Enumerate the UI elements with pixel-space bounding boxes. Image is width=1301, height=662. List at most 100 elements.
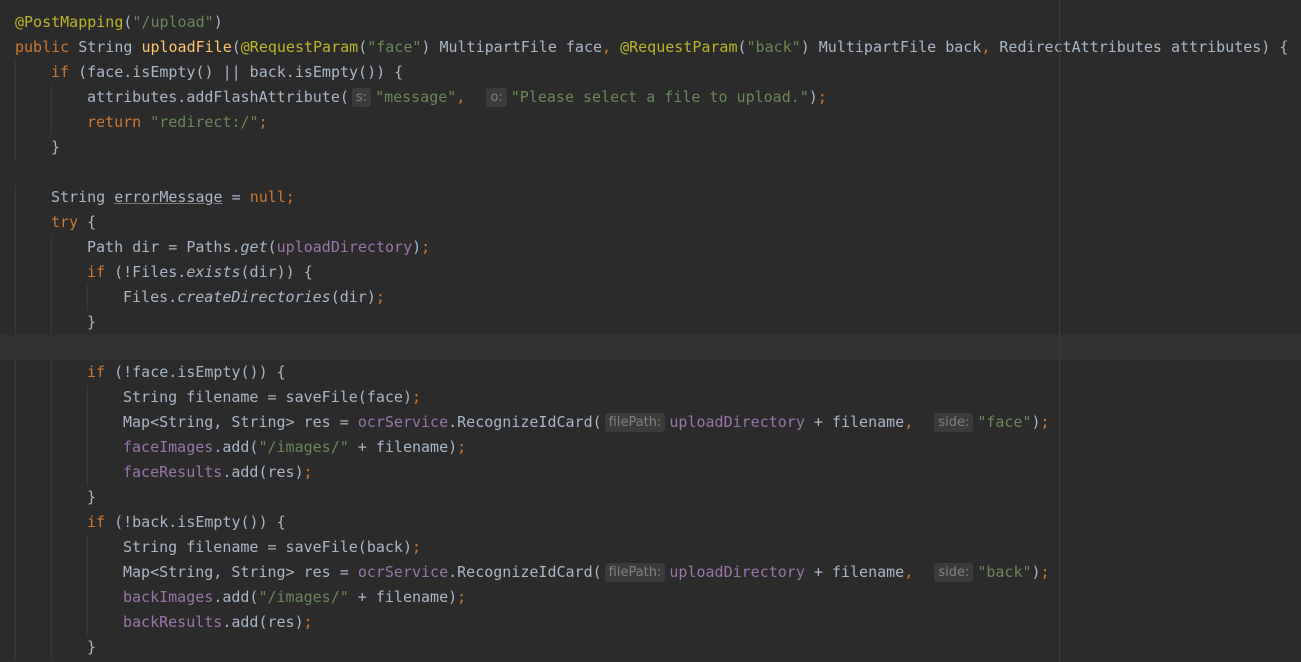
- code-line[interactable]: String filename = saveFile(face);: [0, 385, 1301, 410]
- code-line[interactable]: }: [0, 485, 1301, 510]
- indent-guide: [15, 210, 16, 235]
- indent: [15, 585, 123, 610]
- indent-guide: [51, 460, 52, 485]
- code-editor[interactable]: @PostMapping("/upload") public String upl…: [0, 0, 1301, 662]
- parameter-hint: filePath:: [604, 563, 666, 582]
- indent: [15, 560, 123, 585]
- indent-guide: [87, 385, 88, 410]
- indent-guide: [87, 610, 88, 635]
- code-line[interactable]: Files.createDirectories(dir);: [0, 285, 1301, 310]
- indent-guide: [15, 135, 16, 160]
- static-method-token: get: [240, 238, 268, 256]
- code-token: String filename = saveFile(back): [123, 538, 412, 556]
- indent-guide: [15, 360, 16, 385]
- keyword-token: ;: [411, 388, 422, 406]
- code-line[interactable]: Map<String, String> res = ocrService.Rec…: [0, 410, 1301, 435]
- code-line[interactable]: if (!back.isEmpty()) {: [0, 510, 1301, 535]
- indent-guide: [51, 385, 52, 410]
- code-token: RedirectAttributes attributes) {: [999, 38, 1289, 56]
- parameter-hint: side:: [934, 563, 974, 582]
- indent-guide: [15, 560, 16, 585]
- code-token: (dir)) {: [240, 263, 313, 281]
- code-line[interactable]: String filename = saveFile(back);: [0, 535, 1301, 560]
- code-token: ): [412, 238, 422, 256]
- keyword-token: ,: [904, 413, 932, 431]
- code-line[interactable]: if (face.isEmpty() || back.isEmpty()) {: [0, 60, 1301, 85]
- field-token: uploadDirectory: [276, 238, 413, 256]
- indent-guide: [15, 485, 16, 510]
- string-token: "redirect:/": [150, 113, 259, 131]
- indent-guide: [51, 560, 52, 585]
- indent-guide: [51, 235, 52, 260]
- annotation-token: @RequestParam: [620, 38, 738, 56]
- keyword-token: ;: [258, 113, 268, 131]
- indent-guide: [87, 535, 88, 560]
- code-line[interactable]: [0, 335, 1301, 360]
- indent-guide: [51, 285, 52, 310]
- indent-guide: [15, 460, 16, 485]
- keyword-token: ;: [411, 538, 422, 556]
- code-token: .RecognizeIdCard(: [448, 413, 602, 431]
- indent-guide: [15, 235, 16, 260]
- code-token: Map<String, String> res =: [123, 563, 358, 581]
- field-token: faceImages: [123, 438, 214, 456]
- indent: [15, 310, 87, 335]
- code-line[interactable]: attributes.addFlashAttribute(s: "message"…: [0, 85, 1301, 110]
- keyword-token: null;: [249, 188, 295, 206]
- parameter-hint: o:: [486, 88, 507, 107]
- indent-guide: [87, 585, 88, 610]
- code-line[interactable]: try {: [0, 210, 1301, 235]
- code-line[interactable]: }: [0, 310, 1301, 335]
- code-token: }: [87, 638, 97, 656]
- indent: [15, 135, 51, 160]
- field-token: backResults: [123, 613, 223, 631]
- indent-guide: [15, 510, 16, 535]
- keyword-token: ;: [457, 438, 467, 456]
- annotation-token: @RequestParam: [240, 38, 359, 56]
- code-token: ): [213, 13, 223, 31]
- code-line[interactable]: backResults.add(res);: [0, 610, 1301, 635]
- code-token: attributes.addFlashAttribute(: [87, 88, 349, 106]
- indent: [15, 235, 87, 260]
- code-token: (!face.isEmpty()) {: [114, 363, 286, 381]
- code-token: (: [231, 38, 241, 56]
- annotation-token: @PostMapping: [15, 13, 124, 31]
- code-line[interactable]: faceResults.add(res);: [0, 460, 1301, 485]
- indent-guide: [15, 410, 16, 435]
- code-line[interactable]: faceImages.add("/images/" + filename);: [0, 435, 1301, 460]
- indent-guide: [87, 410, 88, 435]
- indent-guide: [15, 610, 16, 635]
- code-token: (: [267, 238, 277, 256]
- indent: [15, 385, 123, 410]
- code-line[interactable]: }: [0, 635, 1301, 660]
- indent-guide: [87, 560, 88, 585]
- indent: [15, 460, 123, 485]
- code-token: (: [737, 38, 747, 56]
- code-line[interactable]: Path dir = Paths.get(uploadDirectory);: [0, 235, 1301, 260]
- keyword-token: try: [51, 213, 88, 231]
- code-line[interactable]: String errorMessage = null;: [0, 185, 1301, 210]
- code-line[interactable]: @PostMapping("/upload"): [0, 10, 1301, 35]
- static-method-token: exists: [186, 263, 241, 281]
- code-line[interactable]: backImages.add("/images/" + filename);: [0, 585, 1301, 610]
- code-line[interactable]: Map<String, String> res = ocrService.Rec…: [0, 560, 1301, 585]
- keyword-token: ;: [375, 288, 385, 306]
- keyword-token: ,: [456, 88, 484, 106]
- code-line[interactable]: [0, 160, 1301, 185]
- parameter-hint: s:: [351, 88, 372, 107]
- indent-guide: [15, 635, 16, 660]
- code-token: String: [78, 38, 142, 56]
- indent: [15, 610, 123, 635]
- keyword-token: if: [51, 63, 79, 81]
- code-token: + filename): [348, 588, 458, 606]
- code-token: ): [808, 88, 818, 106]
- indent-guide: [15, 85, 16, 110]
- code-line[interactable]: return "redirect:/";: [0, 110, 1301, 135]
- code-line[interactable]: }: [0, 135, 1301, 160]
- code-line[interactable]: if (!Files.exists(dir)) {: [0, 260, 1301, 285]
- code-line[interactable]: public String uploadFile(@RequestParam("…: [0, 35, 1301, 60]
- string-token: "back": [977, 563, 1032, 581]
- indent-guide: [51, 360, 52, 385]
- code-token: }: [51, 138, 61, 156]
- code-line[interactable]: if (!face.isEmpty()) {: [0, 360, 1301, 385]
